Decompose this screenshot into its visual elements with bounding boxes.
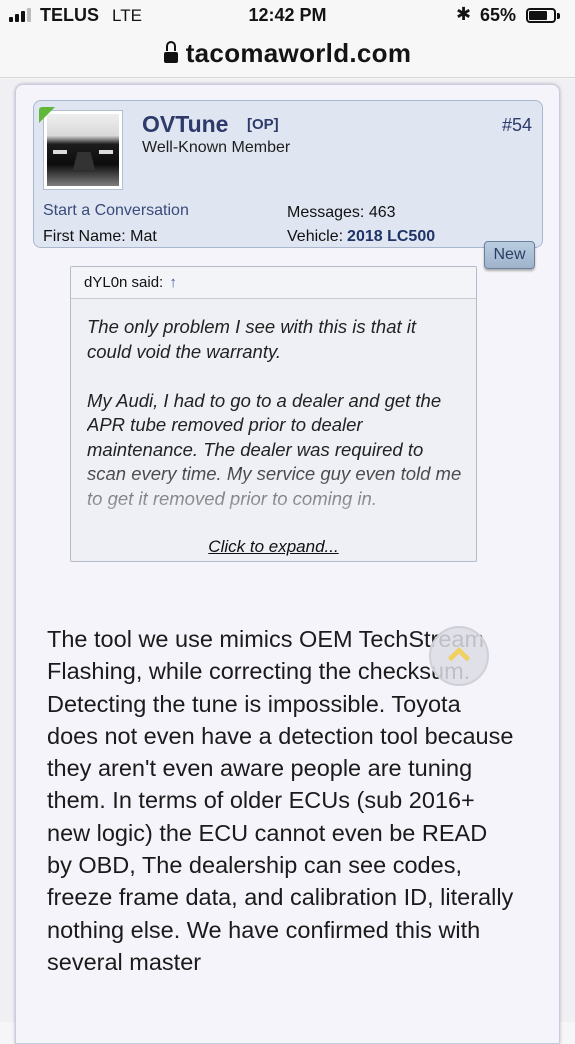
user-title: Well-Known Member [142,139,291,156]
user-info-card: OVTune [OP] #54 Well-Known Member Start … [33,100,543,248]
battery-icon [526,8,560,23]
op-tag: [OP] [247,116,279,133]
first-name-label: First Name: [43,228,126,245]
messages-field: Messages: 463 [287,204,396,222]
start-conversation-link[interactable]: Start a Conversation [43,202,189,220]
quote-attribution: dYL0n said: ↑ [71,267,476,299]
url-text[interactable]: tacomaworld.com [186,38,412,69]
battery-percent: 65% [480,5,517,25]
vehicle-value: 2018 LC500 [347,228,436,245]
first-name-value: Mat [130,228,157,245]
new-badge[interactable]: New [484,241,535,269]
click-to-expand-link[interactable]: Click to expand... [71,537,476,557]
quote-block: dYL0n said: ↑ The only problem I see wit… [70,266,477,562]
first-name-field: First Name: Mat [43,228,157,246]
username-link[interactable]: OVTune [142,111,228,138]
chevron-up-icon [447,646,471,670]
status-bar: TELUS LTE 12:42 PM ✱ 65% [0,0,575,30]
online-indicator-icon [39,107,55,123]
avatar-image [47,114,119,186]
scroll-to-top-button[interactable] [429,626,489,686]
messages-value: 463 [368,204,396,221]
lock-icon [163,40,178,63]
jump-to-quote-icon[interactable]: ↑ [169,274,177,291]
vehicle-label: Vehicle: [287,228,344,245]
bluetooth-icon: ✱ [456,4,472,24]
post-number-link[interactable]: #54 [502,115,532,136]
quote-fade [71,457,476,537]
quote-author: dYL0n said: [84,274,164,291]
avatar[interactable] [43,110,123,190]
address-bar[interactable]: tacomaworld.com [0,30,575,78]
vehicle-field: Vehicle: 2018 LC500 [287,228,435,246]
messages-label: Messages: [287,204,365,221]
quote-paragraph: The only problem I see with this is that… [87,316,417,362]
